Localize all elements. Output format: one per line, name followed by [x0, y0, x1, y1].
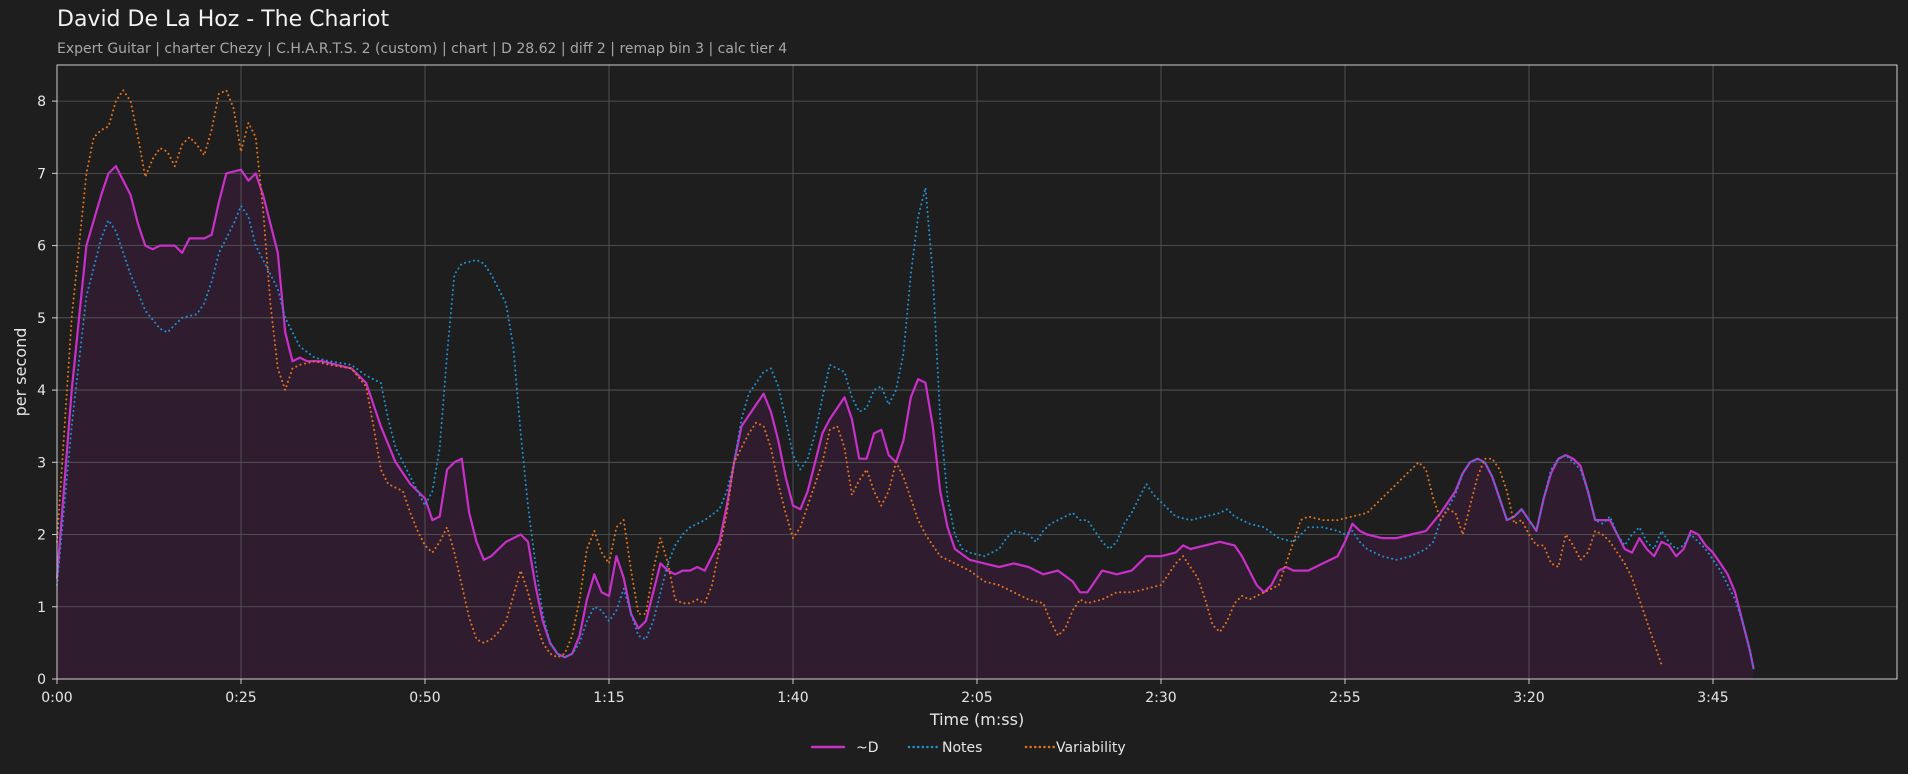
x-tick-label: 0:00	[41, 690, 72, 706]
y-tick-label: 6	[37, 239, 46, 255]
y-tick-label: 4	[37, 383, 46, 399]
legend-label-0: ~D	[856, 740, 879, 756]
legend-label-1: Notes	[942, 740, 982, 756]
x-tick-label: 0:25	[225, 690, 256, 706]
x-axis-label: Time (m:ss)	[929, 710, 1024, 729]
y-tick-label: 5	[37, 311, 46, 327]
x-tick-label: 0:50	[409, 690, 440, 706]
x-tick-label: 2:30	[1145, 690, 1176, 706]
x-tick-label: 2:05	[961, 690, 992, 706]
x-tick-label: 3:45	[1697, 690, 1728, 706]
x-tick-label: 3:20	[1513, 690, 1544, 706]
legend-label-2: Variability	[1056, 740, 1126, 756]
y-axis-label: per second	[11, 328, 30, 417]
y-tick-label: 0	[37, 672, 46, 688]
y-tick-label: 3	[37, 455, 46, 471]
y-tick-label: 7	[37, 166, 46, 182]
y-tick-label: 2	[37, 528, 46, 544]
y-tick-label: 1	[37, 600, 46, 616]
line-chart: 0:00 0:25 0:50 1:15 1:40 2:05 2:30 2:55 3:20 3:45…	[11, 64, 1898, 756]
x-tick-label: 1:15	[593, 690, 624, 706]
x-tick-label: 1:40	[777, 690, 808, 706]
y-tick-label: 8	[37, 94, 46, 110]
x-tick-label: 2:55	[1329, 690, 1360, 706]
